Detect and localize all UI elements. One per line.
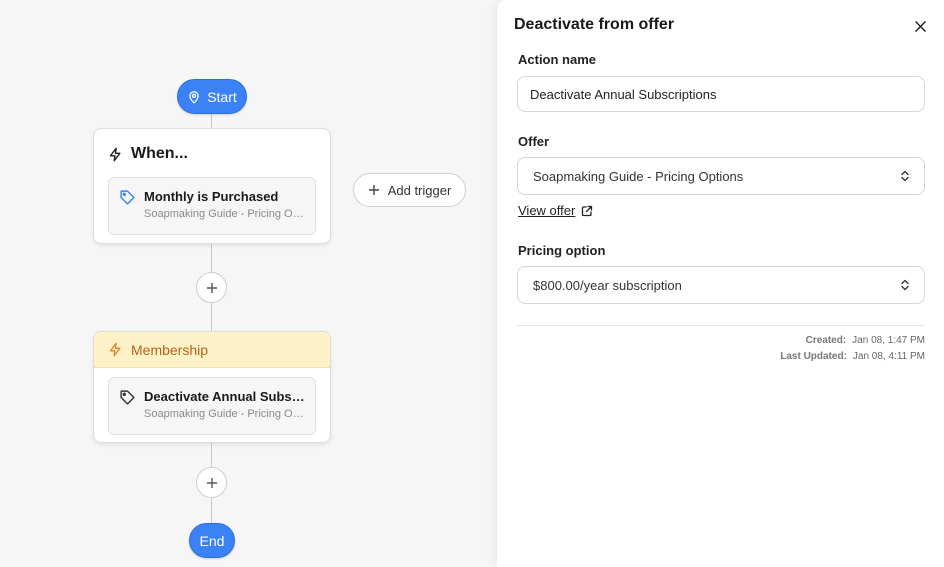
updated-value: Jan 08, 4:11 PM [852,351,925,362]
offer-select[interactable]: Soapmaking Guide - Pricing Options [517,157,925,195]
view-offer-link[interactable]: View offer [518,203,593,218]
plus-icon [368,185,379,195]
trigger-card-heading: When... [131,145,188,162]
updated-label: Last Updated: [780,351,847,362]
membership-card-heading: Membership [131,341,209,358]
action-item-title: Deactivate Annual Subscriptions [144,389,305,404]
tag-icon [120,390,135,405]
pricing-option-label: Pricing option [518,243,606,258]
workflow-canvas: Start When... Monthly is Purchased Soapm… [0,0,497,567]
lightning-icon [109,147,121,161]
action-name-label: Action name [518,52,597,67]
add-trigger-button[interactable]: Add trigger [353,173,466,207]
connector-line [211,112,212,129]
chevron-up-down-icon [901,279,909,291]
plus-icon [206,477,217,488]
action-item-subtitle: Soapmaking Guide - Pricing Options [144,408,304,420]
trigger-item-title: Monthly is Purchased [144,189,279,204]
trigger-card-header: When... [94,129,330,177]
plus-icon [206,282,217,293]
trigger-card[interactable]: When... Monthly is Purchased Soapmaking … [93,128,331,244]
add-step-button[interactable] [196,467,227,498]
panel-title: Deactivate from offer [514,16,675,33]
action-settings-panel: Deactivate from offer Action name Offer … [497,0,944,567]
updated-meta: Last Updated: Jan 08, 4:11 PM [780,351,925,362]
action-item[interactable]: Deactivate Annual Subscriptions Soapmaki… [108,377,316,435]
view-offer-label: View offer [518,203,576,218]
membership-card-header: Membership [94,332,330,368]
end-node[interactable]: End [189,523,235,558]
offer-label: Offer [518,134,550,149]
close-panel-button[interactable] [912,18,928,34]
pricing-option-select[interactable]: $800.00/year subscription [517,266,925,304]
offer-select-value: Soapmaking Guide - Pricing Options [533,168,744,184]
pricing-option-value: $800.00/year subscription [533,277,682,293]
external-link-icon [582,205,593,216]
end-label: End [199,532,225,549]
tag-icon [120,190,135,205]
trigger-item-subtitle: Soapmaking Guide - Pricing Options [144,208,304,220]
start-label: Start [207,88,237,105]
created-label: Created: [805,335,847,346]
chevron-up-down-icon [901,170,909,182]
created-meta: Created: Jan 08, 1:47 PM [806,335,925,346]
divider [517,325,925,326]
trigger-item[interactable]: Monthly is Purchased Soapmaking Guide - … [108,177,316,235]
action-name-input[interactable] [517,76,925,112]
add-trigger-label: Add trigger [387,182,452,198]
start-node[interactable]: Start [177,79,247,114]
membership-action-card[interactable]: Membership Deactivate Annual Subscriptio… [93,331,331,443]
created-value: Jan 08, 1:47 PM [852,335,925,346]
close-icon [914,20,926,32]
lightning-icon [109,342,121,357]
map-pin-icon [189,90,199,103]
add-step-button[interactable] [196,272,227,303]
